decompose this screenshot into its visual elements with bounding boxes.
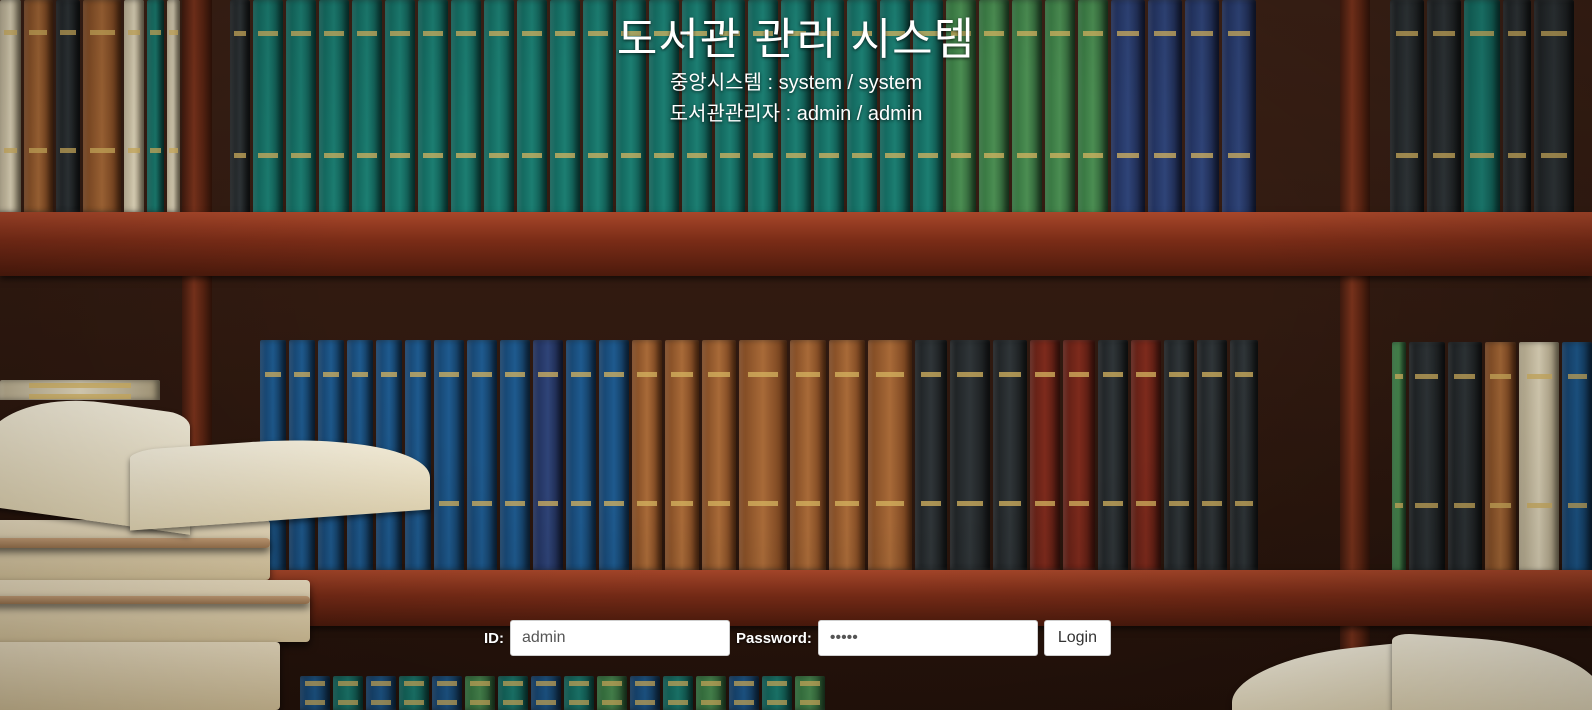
central-system-account-hint: 중앙시스템 : system / system (669, 72, 923, 94)
page-title: 도서관 관리 시스템 (616, 15, 976, 64)
id-label: ID: (484, 629, 504, 647)
login-button[interactable]: Login (1043, 620, 1112, 656)
password-input[interactable] (817, 620, 1038, 656)
librarian-account-hint: 도서관관리자 : admin / admin (669, 103, 923, 125)
login-form: ID: Password: Login (484, 620, 1112, 656)
id-input[interactable] (510, 620, 730, 656)
header: 도서관 관리 시스템 중앙시스템 : system / system 도서관관리… (0, 12, 1592, 130)
password-label: Password: (736, 629, 812, 647)
login-page: 도서관 관리 시스템 중앙시스템 : system / system 도서관관리… (0, 0, 1592, 710)
